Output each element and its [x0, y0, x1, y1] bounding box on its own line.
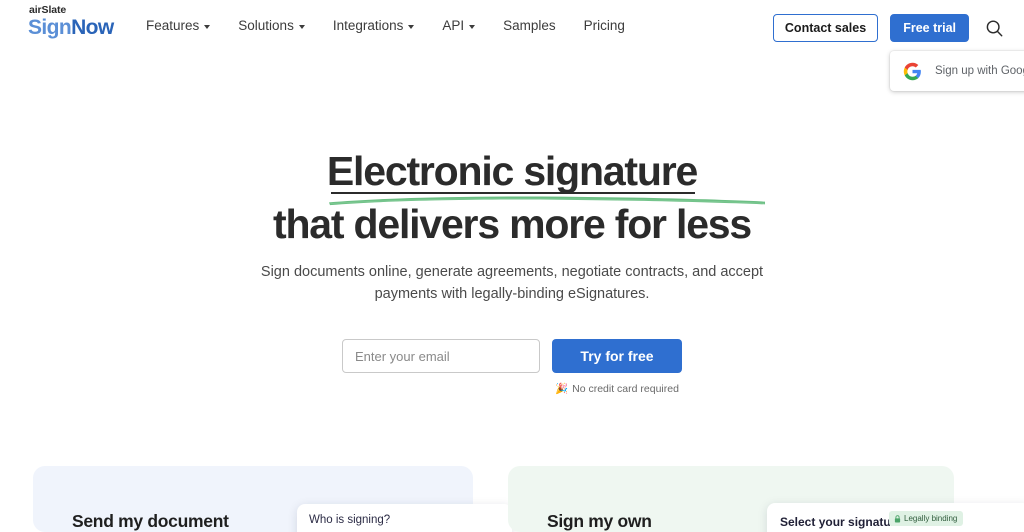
google-signup-popup[interactable]: Sign up with Google — [890, 51, 1024, 91]
page-root: airSlate SignNow Features Solutions Inte… — [0, 0, 1024, 532]
nav-label-pricing: Pricing — [583, 18, 625, 33]
party-popper-icon: 🎉 — [555, 383, 569, 395]
nav-item-integrations[interactable]: Integrations — [333, 18, 429, 33]
search-button[interactable] — [981, 17, 1008, 40]
chevron-down-icon — [469, 24, 476, 29]
contact-sales-button[interactable]: Contact sales — [772, 14, 879, 42]
google-g-icon — [903, 62, 921, 80]
nav-label-solutions: Solutions — [238, 18, 294, 33]
hero-signup-form: Try for free 🎉 No credit card required — [0, 339, 1024, 395]
nav-item-api[interactable]: API — [442, 18, 489, 33]
logo-signnow-text: SignNow — [28, 17, 114, 38]
nav-label-samples: Samples — [503, 18, 556, 33]
chevron-down-icon — [298, 24, 305, 29]
no-credit-card-label: No credit card required — [572, 382, 679, 395]
panel-who-is-signing-label: Who is signing? — [309, 514, 391, 526]
hero-subheading-line-1: Sign documents online, generate agreemen… — [260, 264, 764, 280]
heading-line-1-wrap: Electronic signature — [326, 145, 765, 206]
google-signup-label: Sign up with Google — [935, 65, 1024, 77]
hero-subheading-line-2: payments with legally-binding eSignature… — [374, 286, 650, 302]
nav-label-features: Features — [146, 18, 200, 33]
nav-item-pricing[interactable]: Pricing — [584, 18, 625, 33]
header-actions: Contact sales Free trial — [772, 14, 1008, 42]
status-badge-label: Legally binding — [904, 514, 958, 523]
nav-item-solutions[interactable]: Solutions — [238, 18, 319, 33]
nav-label-integrations: Integrations — [332, 18, 404, 33]
search-icon — [986, 19, 1003, 36]
hero-subheading: Sign documents online, generate agreemen… — [0, 261, 1024, 305]
email-input[interactable] — [342, 339, 540, 373]
card-send-my-document-title: Send my document — [72, 511, 229, 531]
panel-select-your-signature-label: Select your signature — [780, 515, 903, 529]
no-credit-card-note: 🎉 No credit card required — [555, 382, 679, 396]
logo-airslate-text: airSlate — [29, 4, 67, 16]
site-header: airSlate SignNow Features Solutions Inte… — [0, 0, 1024, 53]
nav-item-features[interactable]: Features — [146, 18, 224, 33]
status-badge-legally-binding: Legally binding — [889, 511, 964, 526]
main-navigation: Features Solutions Integrations API Samp… — [146, 18, 625, 33]
page-title: Electronic signature that delivers more … — [0, 145, 1024, 251]
nav-label-api: API — [442, 18, 465, 33]
nav-item-samples[interactable]: Samples — [503, 18, 570, 33]
chevron-down-icon — [408, 24, 415, 29]
heading-line-2: that delivers more for less — [272, 201, 752, 247]
cta-column: Try for free 🎉 No credit card required — [552, 339, 682, 395]
logo-signnow[interactable]: airSlate SignNow — [28, 5, 114, 38]
logo-sign-part: Sign — [28, 15, 72, 39]
free-trial-button[interactable]: Free trial — [890, 14, 969, 42]
logo-now-part: Now — [71, 15, 114, 39]
try-for-free-button[interactable]: Try for free — [552, 339, 682, 373]
panel-who-is-signing[interactable]: Who is signing? — [297, 504, 512, 532]
heading-line-1: Electronic signature — [326, 148, 698, 194]
lock-icon — [894, 514, 901, 523]
card-sign-my-own-title: Sign my own — [547, 511, 652, 531]
heading-underline — [330, 192, 696, 194]
chevron-down-icon — [204, 24, 211, 29]
panel-select-your-signature[interactable]: Select your signature Legally binding — [767, 503, 1024, 532]
